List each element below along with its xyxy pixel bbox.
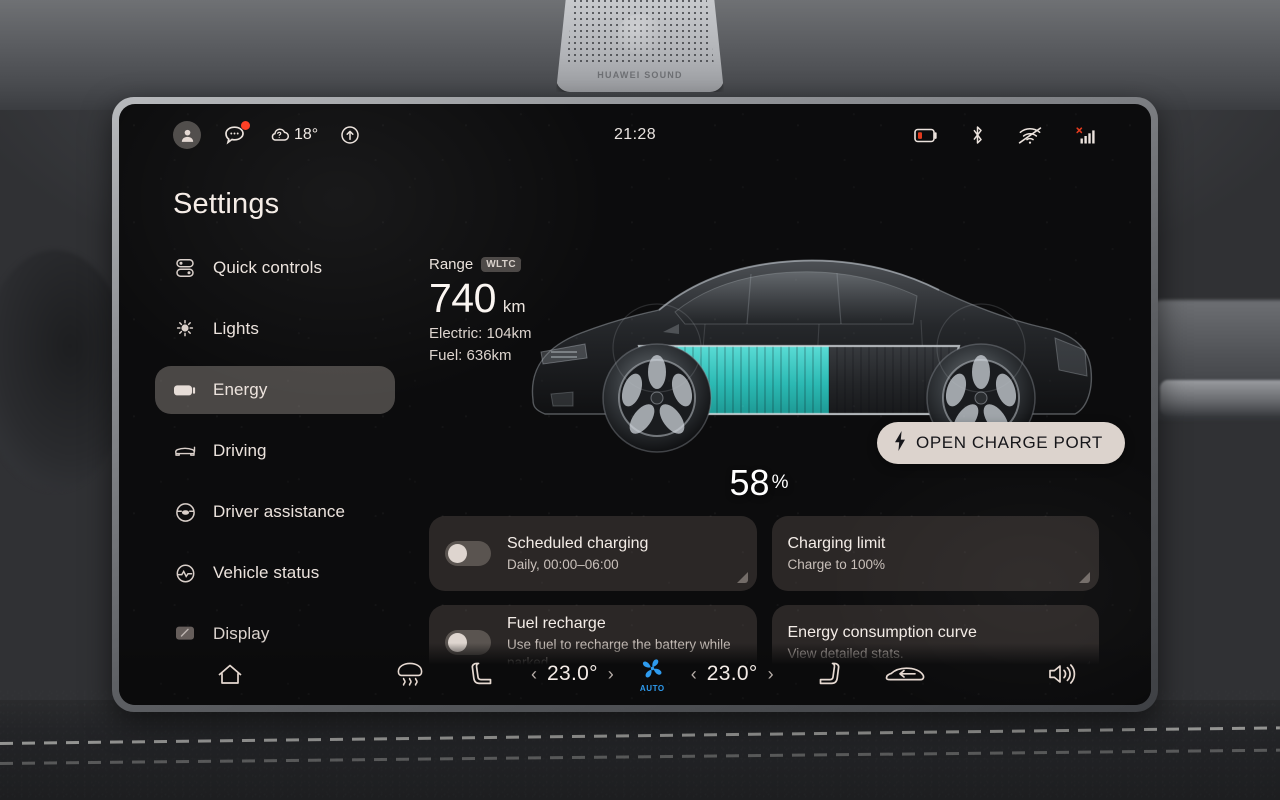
dashboard-right-trim-highlight xyxy=(1160,380,1280,416)
resize-handle-icon[interactable] xyxy=(736,572,748,583)
open-charge-port-label: OPEN CHARGE PORT xyxy=(916,433,1103,452)
infotainment-screen: 18° 21:28 Settings Quick controls Lights… xyxy=(119,104,1151,705)
scheduled-charging-toggle[interactable] xyxy=(445,541,491,566)
battery-percent-symbol: % xyxy=(771,472,789,493)
temperature-value-passenger: 23.0° xyxy=(706,662,758,685)
status-bar-clock: 21:28 xyxy=(613,126,657,143)
toggle-knob xyxy=(448,544,467,563)
vehicle-illustration: 58 % OPEN CHARGE PORT xyxy=(119,236,1151,526)
dashboard-left-vent xyxy=(0,250,130,490)
fan-auto-button[interactable]: AUTO xyxy=(640,656,665,693)
sidebar-item-label: Display xyxy=(213,624,270,643)
temperature-control-passenger: ‹ 23.0° › xyxy=(691,662,774,686)
status-bar: 18° 21:28 xyxy=(119,104,1151,166)
battery-charge-indicator: 58 % xyxy=(659,454,859,512)
volume-icon[interactable] xyxy=(1046,661,1076,687)
card-text: Scheduled charging Daily, 00:00–06:00 xyxy=(507,534,648,574)
fan-icon xyxy=(640,656,665,686)
dashboard-speaker: HUAWEI SOUND xyxy=(556,0,724,92)
speaker-dome xyxy=(618,14,662,54)
temperature-control-driver: ‹ 23.0° › xyxy=(531,662,614,686)
temp-increase-button-driver[interactable]: › xyxy=(608,664,614,685)
fan-mode-label: AUTO xyxy=(639,683,665,693)
sidebar-item-vehicle-status[interactable]: Vehicle status xyxy=(155,549,395,597)
front-defrost-icon[interactable] xyxy=(395,660,425,688)
temperature-value-driver: 23.0° xyxy=(547,662,598,685)
battery-percent-value: 58 xyxy=(729,462,770,503)
range-label: Range xyxy=(429,256,474,273)
card-title: Energy consumption curve xyxy=(787,623,977,641)
speaker-brand-label: HUAWEI SOUND xyxy=(597,70,683,80)
card-subtitle: Daily, 00:00–06:00 xyxy=(507,556,619,572)
infotainment-screen-bezel: 18° 21:28 Settings Quick controls Lights… xyxy=(112,97,1158,712)
page-title: Settings xyxy=(173,188,280,220)
battery-percent-display: 58 % xyxy=(659,454,859,512)
resize-handle-icon[interactable] xyxy=(1079,572,1090,583)
open-charge-port-button[interactable]: OPEN CHARGE PORT xyxy=(877,422,1125,464)
card-charging-limit[interactable]: Charging limit Charge to 100% xyxy=(771,516,1099,591)
range-info: Range WLTC 740 km Electric: 104km Fuel: … xyxy=(429,256,609,367)
card-text: Charging limit Charge to 100% xyxy=(788,534,886,574)
card-title: Fuel recharge xyxy=(507,614,606,632)
card-title: Scheduled charging xyxy=(507,534,649,552)
temp-decrease-button-passenger[interactable]: ‹ xyxy=(691,664,697,685)
range-value: 740 xyxy=(429,275,496,321)
card-title: Charging limit xyxy=(787,534,886,552)
temp-decrease-button-driver[interactable]: ‹ xyxy=(531,664,537,685)
seat-heater-left-icon[interactable] xyxy=(469,660,497,688)
climate-control-bar: ‹ 23.0° › AUTO ‹ 23.0° › xyxy=(119,643,1151,705)
electric-range: Electric: 104km xyxy=(429,325,532,342)
range-standard-badge: WLTC xyxy=(481,257,521,272)
vehicle-status-icon xyxy=(173,561,197,585)
front-wheel xyxy=(602,343,712,453)
seat-heater-right-icon[interactable] xyxy=(814,660,842,688)
fuel-range: Fuel: 636km xyxy=(429,347,512,365)
home-icon[interactable] xyxy=(215,661,245,688)
settings-content: Settings Quick controls Lights Energy Dr… xyxy=(119,166,1151,705)
range-value-row: 740 km xyxy=(429,275,609,322)
range-unit: km xyxy=(502,297,526,316)
sidebar-item-label: Vehicle status xyxy=(213,563,320,582)
range-header: Range WLTC xyxy=(429,256,609,273)
temp-increase-button-passenger[interactable]: › xyxy=(768,664,774,685)
card-subtitle: Charge to 100% xyxy=(787,556,886,572)
card-scheduled-charging[interactable]: Scheduled charging Daily, 00:00–06:00 xyxy=(429,516,757,591)
air-recirculation-icon[interactable] xyxy=(884,662,926,686)
lightning-bolt-icon xyxy=(893,430,907,457)
